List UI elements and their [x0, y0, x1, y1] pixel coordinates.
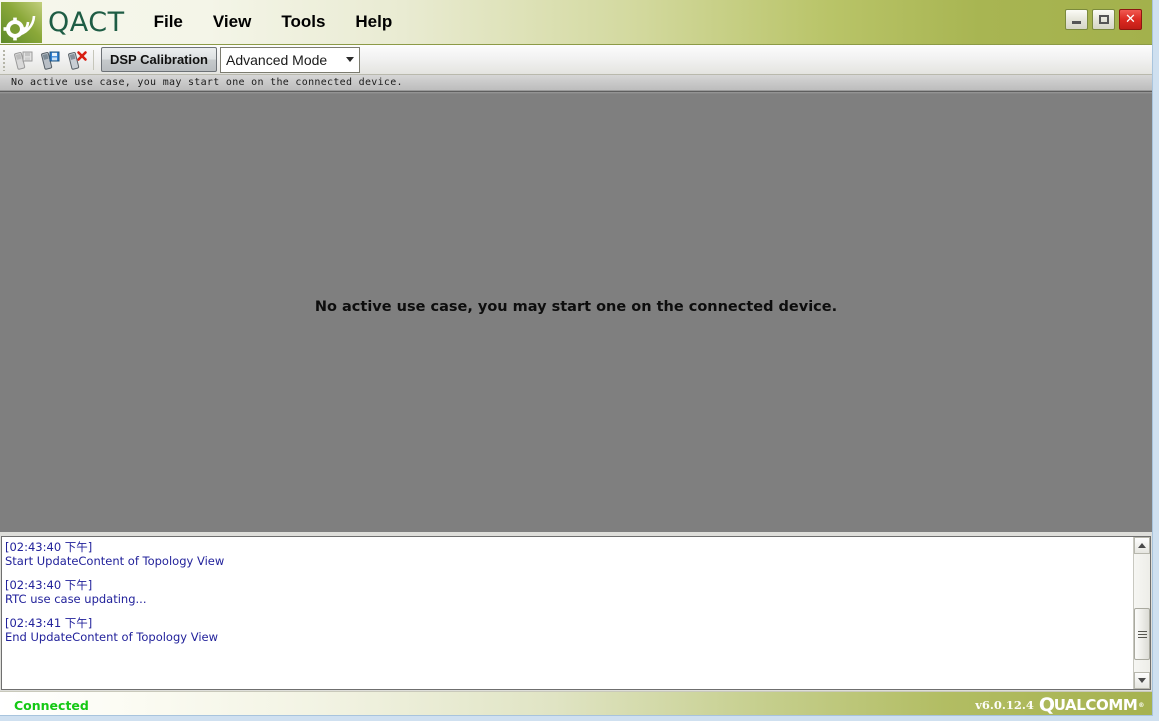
maximize-button[interactable]: [1092, 9, 1115, 30]
menu-tools[interactable]: Tools: [279, 10, 327, 34]
scrollbar-grip-icon: [1137, 629, 1147, 640]
log-text-area[interactable]: [02:43:40 下午] Start UpdateContent of Top…: [2, 537, 1133, 689]
chevron-down-icon[interactable]: [341, 57, 359, 62]
scroll-down-arrow-icon: [1138, 678, 1146, 683]
qact-main-window: QACT File View Tools Help ✕ DSP Calibrat…: [0, 0, 1153, 716]
toolbar-separator: [93, 49, 94, 70]
scroll-up-arrow-icon: [1138, 543, 1146, 548]
menu-help[interactable]: Help: [353, 10, 394, 34]
toolbar: DSP Calibration Advanced Mode: [0, 45, 1152, 75]
menu-view[interactable]: View: [211, 10, 253, 34]
disconnect-phone-button[interactable]: [63, 47, 90, 73]
log-panel[interactable]: [02:43:40 下午] Start UpdateContent of Top…: [1, 536, 1151, 690]
title-bar: QACT File View Tools Help ✕: [0, 0, 1152, 45]
log-message: End UpdateContent of Topology View: [5, 629, 219, 644]
scrollbar-thumb[interactable]: [1134, 608, 1150, 661]
log-timestamp: [02:43:41 下午]: [5, 616, 93, 630]
minimize-button[interactable]: [1065, 9, 1088, 30]
mode-combo-box[interactable]: Advanced Mode: [220, 46, 361, 73]
connection-status-badge: Connected: [14, 697, 89, 713]
save-to-phone-button[interactable]: [9, 47, 36, 73]
minimize-icon: [1072, 21, 1081, 24]
app-version-label: v6.0.12.4: [975, 698, 1034, 712]
log-message: RTC use case updating...: [5, 591, 147, 606]
log-entry: [02:43:40 下午] RTC use case updating...: [5, 578, 1133, 606]
close-icon: ✕: [1125, 12, 1136, 27]
topology-view-canvas[interactable]: No active use case, you may start one on…: [0, 91, 1152, 532]
info-strip: No active use case, you may start one on…: [0, 75, 1152, 91]
phone-save-disabled-icon: [13, 51, 32, 70]
menu-file[interactable]: File: [152, 10, 185, 34]
qualcomm-logo: Q UALCOMM ®: [1038, 693, 1144, 716]
log-timestamp: [02:43:40 下午]: [5, 578, 93, 592]
phone-delete-icon: [67, 50, 87, 70]
log-entry: [02:43:41 下午] End UpdateContent of Topol…: [5, 616, 1133, 644]
app-title: QACT: [48, 6, 125, 38]
scroll-down-button[interactable]: [1134, 672, 1150, 689]
scroll-up-button[interactable]: [1134, 537, 1150, 554]
log-entry: [02:43:40 下午] Start UpdateContent of Top…: [5, 540, 1133, 568]
qualcomm-wordmark: UALCOMM: [1053, 696, 1138, 714]
info-strip-message: No active use case, you may start one on…: [11, 77, 403, 88]
log-vertical-scrollbar[interactable]: [1133, 537, 1150, 689]
maximize-icon: [1098, 15, 1109, 24]
canvas-top-shade: [0, 92, 1152, 94]
log-panel-container: [02:43:40 下午] Start UpdateContent of Top…: [0, 532, 1152, 691]
load-from-phone-button[interactable]: [36, 47, 63, 73]
log-message: Start UpdateContent of Topology View: [5, 553, 225, 568]
qact-signal-gear-logo: [1, 1, 42, 43]
log-timestamp: [02:43:40 下午]: [5, 540, 93, 554]
mode-combo-value: Advanced Mode: [226, 51, 328, 68]
close-button[interactable]: ✕: [1119, 9, 1142, 30]
qualcomm-q-glyph: Q: [1038, 693, 1055, 716]
scrollbar-track[interactable]: [1134, 554, 1150, 672]
toolbar-grip[interactable]: [2, 48, 6, 71]
window-controls: ✕: [1065, 9, 1142, 30]
canvas-empty-message: No active use case, you may start one on…: [314, 299, 838, 315]
status-bar-right: v6.0.12.4 Q UALCOMM ®: [975, 693, 1144, 716]
status-bar: Connected v6.0.12.4 Q UALCOMM ®: [0, 691, 1152, 716]
registered-mark: ®: [1138, 701, 1144, 709]
dsp-calibration-button[interactable]: DSP Calibration: [101, 47, 218, 72]
phone-save-icon: [40, 51, 59, 70]
menu-bar: File View Tools Help: [152, 10, 395, 34]
